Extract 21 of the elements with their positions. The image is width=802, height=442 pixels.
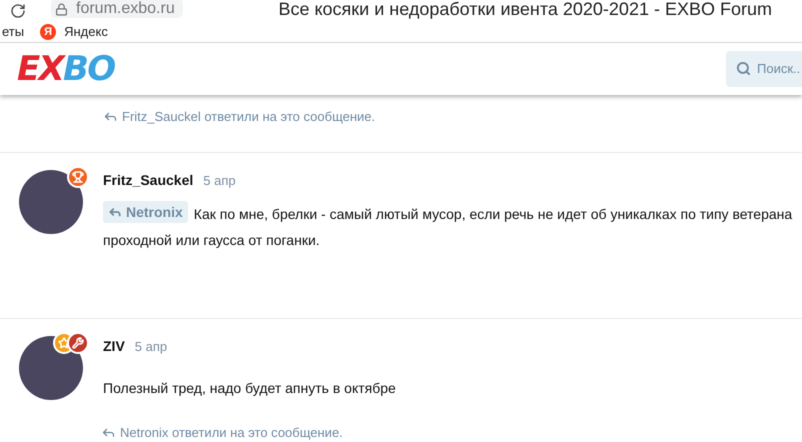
- author-name[interactable]: ZIV: [103, 336, 125, 357]
- post-text: Netronix Как по мне, брелки - самый лютый мусор, если речь не идет об уникалках по типу ветерана проходной или гаусса от поганки.: [103, 201, 793, 253]
- site-logo[interactable]: EXBO: [17, 52, 114, 86]
- search-icon: [736, 61, 751, 76]
- lock-icon: [55, 2, 68, 16]
- post-date[interactable]: 5 апр: [203, 171, 236, 190]
- replies-link[interactable]: Fritz_Sauckel ответили на это сообщение.: [122, 106, 376, 126]
- address-bar[interactable]: forum.exbo.ru: [51, 0, 183, 18]
- post-text: Полезный тред, надо будет апнуть в октябре: [103, 379, 397, 398]
- replies-link[interactable]: Netronix ответили на это сообщение.: [120, 423, 343, 442]
- reply-icon: [108, 205, 122, 219]
- page-title: Все косяки и недоработки ивента 2020-2021 - EXBO Forum: [278, 0, 772, 21]
- author-name[interactable]: Fritz_Sauckel: [103, 170, 194, 191]
- bookmark-link[interactable]: Яндекс: [64, 22, 108, 42]
- search-field[interactable]: Поиск..: [726, 50, 802, 86]
- yandex-icon: Я: [40, 24, 56, 40]
- search-input[interactable]: Поиск..: [757, 58, 802, 78]
- bookmark-link[interactable]: еты: [2, 22, 24, 42]
- reload-icon[interactable]: [10, 3, 26, 19]
- mention-tag[interactable]: Netronix: [103, 201, 188, 223]
- post-date[interactable]: 5 апр: [134, 337, 168, 356]
